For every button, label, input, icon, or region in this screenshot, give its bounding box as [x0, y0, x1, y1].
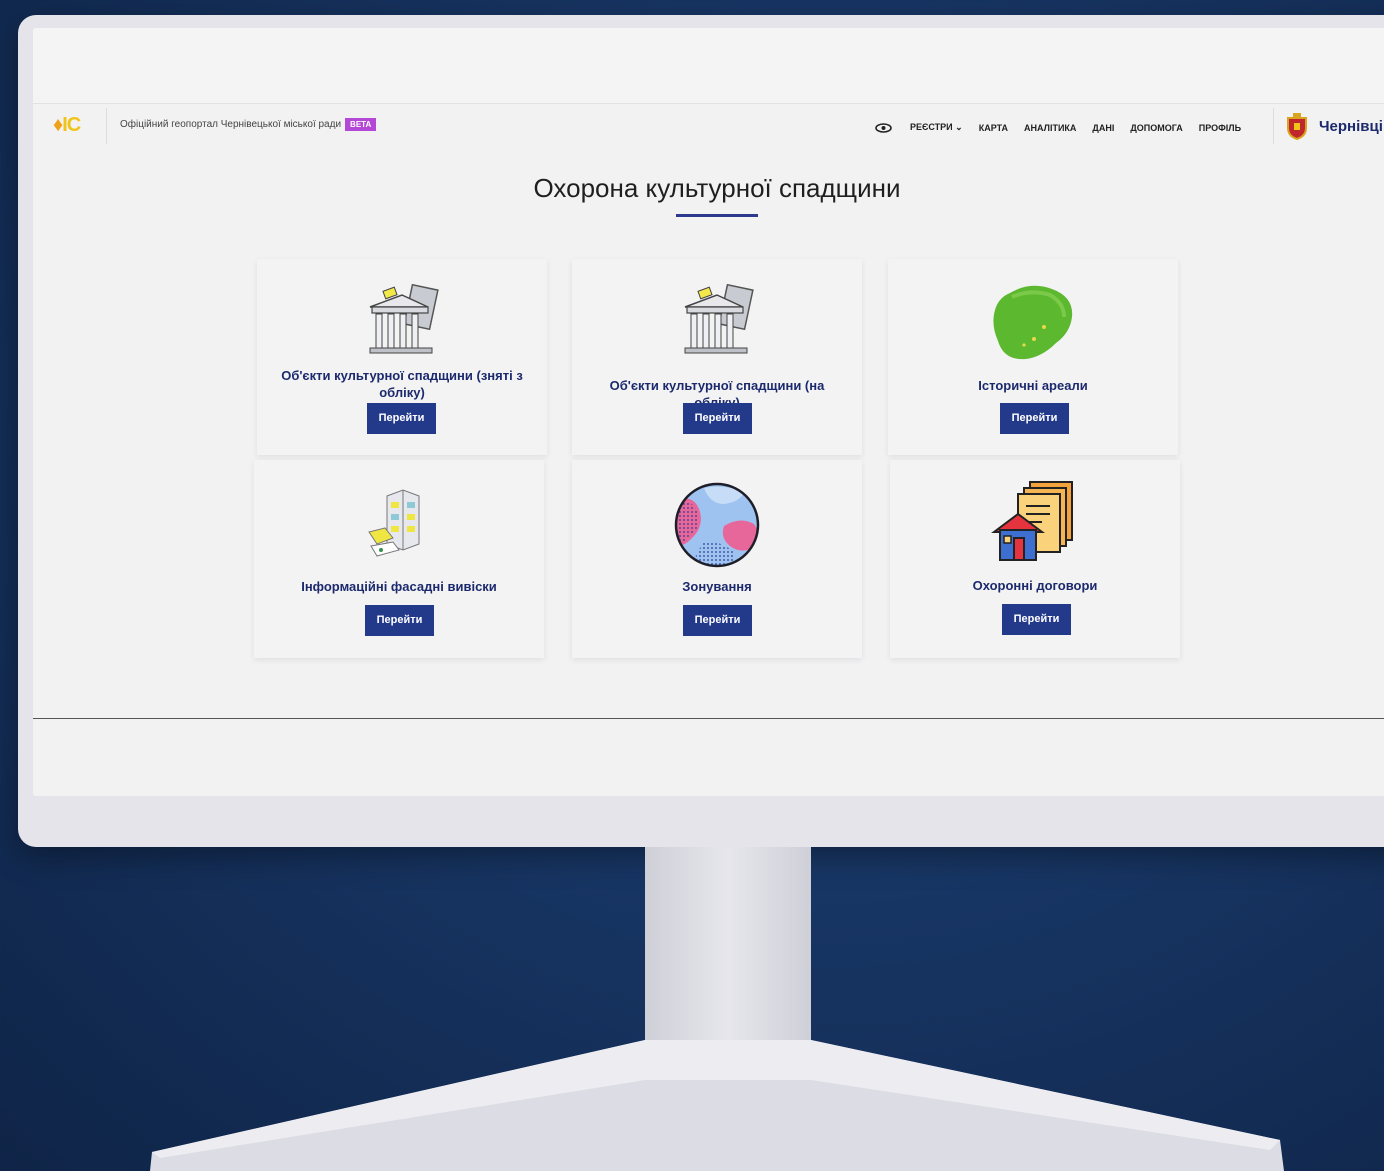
- monitor-stand-base: [150, 1040, 1284, 1171]
